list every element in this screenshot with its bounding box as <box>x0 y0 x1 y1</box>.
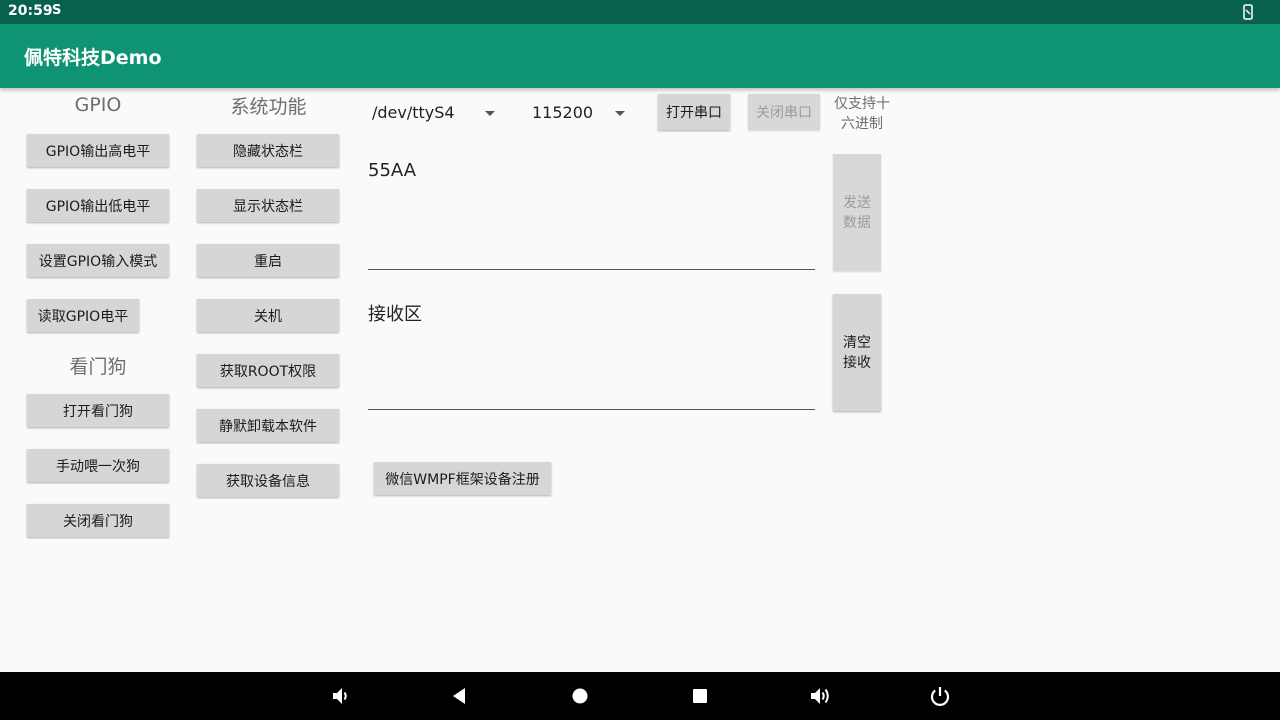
hex-only-hint: 仅支持十 六进制 <box>830 94 894 134</box>
hex-hint-line2: 六进制 <box>841 116 883 132</box>
port-value: /dev/ttyS4 <box>372 103 455 122</box>
back-icon[interactable] <box>448 684 472 708</box>
status-bar: 20:59 S <box>0 0 1280 24</box>
hex-hint-line1: 仅支持十 <box>834 96 890 112</box>
gpio-input-mode-button[interactable]: 设置GPIO输入模式 <box>27 244 169 277</box>
shutdown-button[interactable]: 关机 <box>197 299 339 332</box>
show-status-bar-button[interactable]: 显示状态栏 <box>197 189 339 222</box>
send-label-line1: 发送 <box>843 194 871 211</box>
port-spinner[interactable]: /dev/ttyS4 <box>372 97 500 129</box>
gpio-output-low-button[interactable]: GPIO输出低电平 <box>27 189 169 222</box>
gpio-output-high-button[interactable]: GPIO输出高电平 <box>27 134 169 167</box>
reboot-button[interactable]: 重启 <box>197 244 339 277</box>
close-watchdog-button[interactable]: 关闭看门狗 <box>27 504 169 537</box>
clear-label-line2: 接收 <box>843 354 871 371</box>
silent-uninstall-button[interactable]: 静默卸载本软件 <box>197 409 339 442</box>
get-root-button[interactable]: 获取ROOT权限 <box>197 354 339 387</box>
app-title: 佩特科技Demo <box>24 47 162 69</box>
gpio-heading: GPIO <box>74 94 122 116</box>
home-icon[interactable] <box>568 684 592 708</box>
gpio-read-level-button[interactable]: 读取GPIO电平 <box>27 299 139 332</box>
close-serial-button[interactable]: 关闭串口 <box>748 94 820 130</box>
clear-receive-button[interactable]: 清空 接收 <box>833 294 881 411</box>
open-serial-button[interactable]: 打开串口 <box>658 94 730 130</box>
baud-spinner[interactable]: 115200 <box>532 97 632 129</box>
get-device-info-button[interactable]: 获取设备信息 <box>197 464 339 497</box>
recents-icon[interactable] <box>688 684 712 708</box>
notification-s-icon: S <box>52 3 62 18</box>
send-input[interactable]: 55AA <box>368 154 815 270</box>
wmpf-register-button[interactable]: 微信WMPF框架设备注册 <box>374 462 551 495</box>
system-heading: 系统功能 <box>230 96 307 118</box>
hide-status-bar-button[interactable]: 隐藏状态栏 <box>197 134 339 167</box>
navigation-bar <box>0 672 1280 720</box>
screen-rotation-icon <box>1243 4 1253 20</box>
app-bar: 佩特科技Demo <box>0 24 1280 88</box>
watchdog-heading: 看门狗 <box>69 356 127 378</box>
clear-label-line1: 清空 <box>843 334 871 351</box>
status-time: 20:59 <box>8 3 53 19</box>
chevron-down-icon <box>615 111 625 116</box>
open-watchdog-button[interactable]: 打开看门狗 <box>27 394 169 427</box>
receive-area-placeholder: 接收区 <box>368 304 422 325</box>
chevron-down-icon <box>485 111 495 116</box>
send-input-value: 55AA <box>368 160 417 181</box>
power-icon[interactable] <box>928 684 952 708</box>
volume-down-icon[interactable] <box>328 684 352 708</box>
send-data-button[interactable]: 发送 数据 <box>833 154 881 271</box>
baud-value: 115200 <box>532 103 594 122</box>
feed-watchdog-button[interactable]: 手动喂一次狗 <box>27 449 169 482</box>
send-label-line2: 数据 <box>843 214 871 231</box>
receive-area[interactable]: 接收区 <box>368 294 815 410</box>
volume-up-icon[interactable] <box>808 684 832 708</box>
